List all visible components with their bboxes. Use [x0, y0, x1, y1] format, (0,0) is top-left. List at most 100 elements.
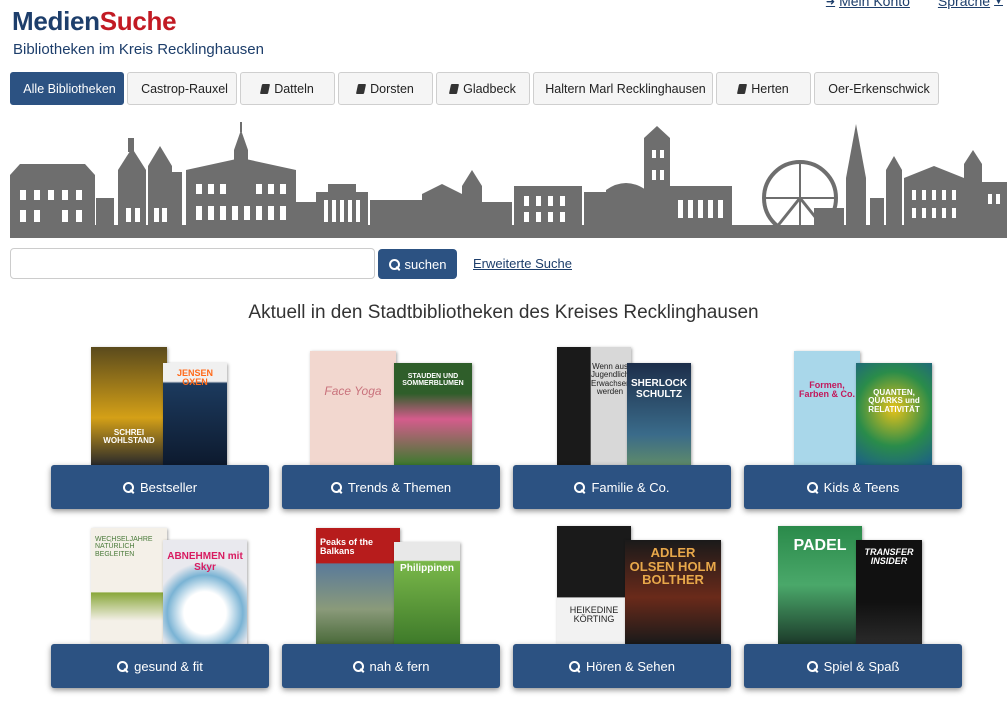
- category-tile-trends-themen: Face Yoga STAUDEN UND SOMMERBLUMEN Trend…: [282, 345, 500, 509]
- book-cover[interactable]: QUANTEN, QUARKS und RELATIVITÄT: [856, 363, 932, 465]
- account-link[interactable]: ➜ Mein Konto: [826, 0, 910, 9]
- category-button-gesund-fit[interactable]: gesund & fit: [51, 644, 269, 688]
- book-cover-title: STAUDEN UND SOMMERBLUMEN: [402, 373, 464, 388]
- tab-label: Herten: [751, 81, 789, 96]
- tab-castrop-rauxel[interactable]: Castrop-Rauxel: [127, 72, 237, 105]
- book-icon: [260, 83, 271, 94]
- category-button-familie-co[interactable]: Familie & Co.: [513, 465, 731, 509]
- search-icon: [122, 481, 134, 493]
- category-label: Hören & Sehen: [586, 658, 675, 674]
- account-link-label: Mein Konto: [839, 0, 910, 9]
- book-icon: [539, 83, 542, 94]
- book-cover[interactable]: Face Yoga: [310, 351, 396, 465]
- category-label: Familie & Co.: [591, 479, 670, 495]
- category-button-nah-fern[interactable]: nah & fern: [282, 644, 500, 688]
- site-logo[interactable]: MedienSuche: [12, 6, 177, 36]
- category-tile-bestseller: SCHREI WOHLSTAND JENSEN OXEN Bestseller: [51, 345, 269, 509]
- book-cover[interactable]: Philippinen: [394, 542, 460, 644]
- category-tile-gesund-fit: WECHSELJAHRE NATÜRLICH BEGLEITEN ABNEHME…: [51, 524, 269, 688]
- category-button-hoeren-sehen[interactable]: Hören & Sehen: [513, 644, 731, 688]
- book-cover-title: Wenn aus Jugendlichen Erwachsene werden: [591, 362, 631, 397]
- book-cover[interactable]: Wenn aus Jugendlichen Erwachsene werden: [557, 347, 631, 465]
- category-label: Trends & Themen: [347, 479, 452, 495]
- login-icon: ➜: [825, 0, 836, 8]
- search-button-label: suchen: [404, 256, 447, 272]
- book-cover[interactable]: HEIKEDINE KÖRTING: [557, 526, 631, 644]
- search-icon: [388, 258, 400, 270]
- category-button-spiel-spass[interactable]: Spiel & Spaß: [744, 644, 962, 688]
- book-cover-title: QUANTEN, QUARKS und RELATIVITÄT: [868, 388, 920, 414]
- book-icon: [822, 83, 825, 94]
- search-icon: [117, 660, 129, 672]
- logo-part-suche: Suche: [99, 6, 177, 36]
- book-cover[interactable]: STAUDEN UND SOMMERBLUMEN: [394, 363, 472, 465]
- search-icon: [806, 481, 818, 493]
- book-icon: [135, 83, 138, 94]
- tab-label: Gladbeck: [463, 81, 516, 96]
- site-tagline: Bibliotheken im Kreis Recklinghausen: [13, 41, 264, 58]
- book-cover[interactable]: Peaks of the Balkans: [316, 528, 400, 644]
- category-button-bestseller[interactable]: Bestseller: [51, 465, 269, 509]
- advanced-search-link[interactable]: Erweiterte Suche: [473, 256, 572, 271]
- top-navigation: ➜ Mein Konto Sprache ▼: [826, 0, 1003, 9]
- book-cover[interactable]: WECHSELJAHRE NATÜRLICH BEGLEITEN: [91, 528, 167, 644]
- library-tabs: Alle Bibliotheken Castrop-Rauxel Datteln…: [10, 72, 939, 105]
- tab-oer-erkenschwick[interactable]: Oer-Erkenschwick: [814, 72, 939, 105]
- category-button-kids-teens[interactable]: Kids & Teens: [744, 465, 962, 509]
- tab-haltern-marl-recklinghausen[interactable]: Haltern Marl Recklinghausen: [533, 72, 713, 105]
- tab-herten[interactable]: Herten: [716, 72, 811, 105]
- book-cover[interactable]: ADLER OLSEN HOLM BOLTHER: [625, 540, 721, 644]
- book-cover-title: Face Yoga: [324, 384, 382, 398]
- tab-datteln[interactable]: Datteln: [240, 72, 335, 105]
- book-cover-title: HEIKEDINE KÖRTING: [569, 605, 619, 625]
- tab-label: Dorsten: [370, 81, 414, 96]
- book-icon: [737, 83, 748, 94]
- tab-label: Haltern Marl Recklinghausen: [545, 81, 706, 96]
- category-tile-kids-teens: Formen, Farben & Co. QUANTEN, QUARKS und…: [744, 345, 962, 509]
- search-icon: [569, 660, 581, 672]
- book-cover[interactable]: SCHREI WOHLSTAND: [91, 347, 167, 465]
- category-tile-spiel-spass: PADEL TRANSFER INSIDER Spiel & Spaß: [744, 524, 962, 688]
- tab-label: Castrop-Rauxel: [141, 81, 228, 96]
- category-label: Kids & Teens: [823, 479, 900, 495]
- book-cover[interactable]: PADEL: [778, 526, 862, 644]
- category-label: Bestseller: [139, 479, 198, 495]
- search-icon: [806, 660, 818, 672]
- search-icon: [352, 660, 364, 672]
- search-icon: [574, 481, 586, 493]
- book-cover-title: ABNEHMEN mit Skyr: [167, 551, 243, 573]
- book-cover[interactable]: Formen, Farben & Co.: [794, 351, 860, 465]
- book-cover[interactable]: JENSEN OXEN: [163, 363, 227, 465]
- city-skyline-banner: [10, 122, 1007, 238]
- book-cover-title: PADEL: [793, 537, 847, 554]
- category-tile-familie-co: Wenn aus Jugendlichen Erwachsene werden …: [513, 345, 731, 509]
- book-icon: [17, 83, 20, 94]
- category-label: Spiel & Spaß: [823, 658, 900, 674]
- category-label: nah & fern: [369, 658, 430, 674]
- book-cover-title: WECHSELJAHRE NATÜRLICH BEGLEITEN: [95, 536, 153, 558]
- category-label: gesund & fit: [134, 658, 203, 674]
- tab-alle-bibliotheken[interactable]: Alle Bibliotheken: [10, 72, 124, 105]
- category-button-trends-themen[interactable]: Trends & Themen: [282, 465, 500, 509]
- book-cover[interactable]: TRANSFER INSIDER: [856, 540, 922, 644]
- search-icon: [330, 481, 342, 493]
- book-cover-title: JENSEN OXEN: [176, 368, 213, 388]
- category-tile-nah-fern: Peaks of the Balkans Philippinen nah & f…: [282, 524, 500, 688]
- section-headline: Aktuell in den Stadtbibliotheken des Kre…: [248, 302, 759, 323]
- search-input[interactable]: [10, 248, 375, 279]
- book-icon: [449, 83, 460, 94]
- book-cover-title: Peaks of the Balkans: [320, 537, 374, 557]
- book-cover[interactable]: SHERLOCK SCHULTZ: [627, 363, 691, 465]
- language-dropdown[interactable]: Sprache ▼: [938, 0, 1003, 9]
- book-cover-title: SHERLOCK SCHULTZ: [630, 378, 688, 400]
- book-cover-title: Philippinen: [400, 563, 454, 574]
- tab-label: Oer-Erkenschwick: [828, 81, 930, 96]
- book-cover-title: TRANSFER INSIDER: [864, 547, 914, 567]
- book-cover[interactable]: ABNEHMEN mit Skyr: [163, 540, 247, 644]
- search-button[interactable]: suchen: [378, 249, 457, 279]
- tab-dorsten[interactable]: Dorsten: [338, 72, 433, 105]
- book-cover-title: SCHREI WOHLSTAND: [103, 428, 155, 446]
- logo-part-medien: Medien: [12, 6, 100, 36]
- book-cover-title: Formen, Farben & Co.: [798, 380, 855, 400]
- tab-gladbeck[interactable]: Gladbeck: [436, 72, 530, 105]
